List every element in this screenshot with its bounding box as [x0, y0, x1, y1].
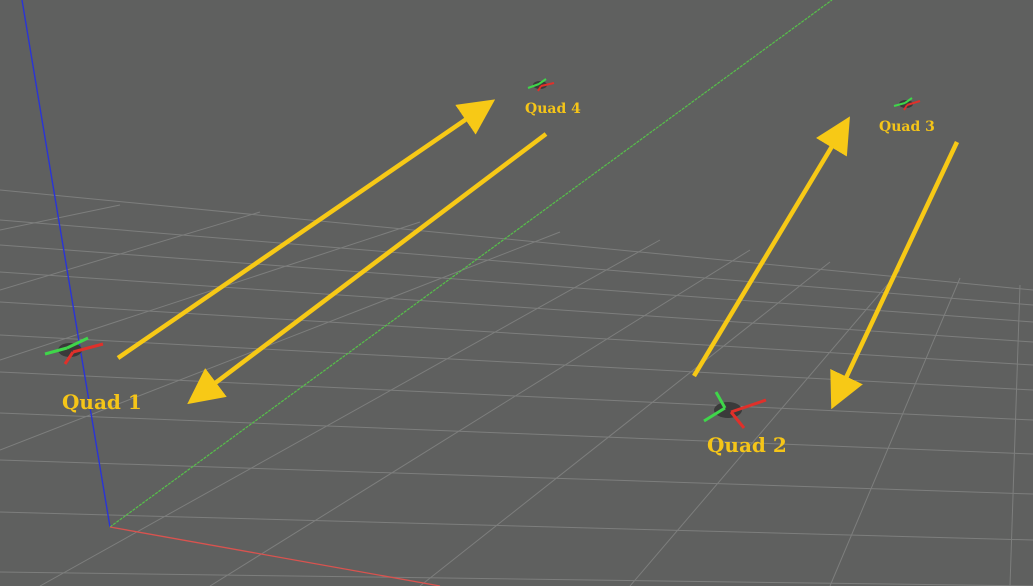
world-axes [21, 0, 833, 586]
quad-4-label: Quad 4 [525, 101, 581, 117]
quadrotor-2[interactable] [703, 391, 767, 429]
x-axis [109, 526, 441, 586]
arrow-quad3-to-quad2 [830, 141, 960, 410]
quadrotor-4[interactable] [527, 78, 555, 92]
z-axis [21, 0, 111, 528]
trajectory-arrows [116, 99, 960, 410]
quad-2-label: Quad 2 [707, 433, 787, 457]
ground-grid [0, 189, 1033, 586]
quad-1-label: Quad 1 [62, 390, 142, 414]
quadrotor-3[interactable] [893, 97, 921, 111]
3d-viewport[interactable]: Quad 1 Quad 2 Quad 3 Quad 4 [0, 0, 1033, 586]
quad-3-label: Quad 3 [879, 119, 935, 135]
arrow-quad2-to-quad3 [692, 116, 850, 378]
